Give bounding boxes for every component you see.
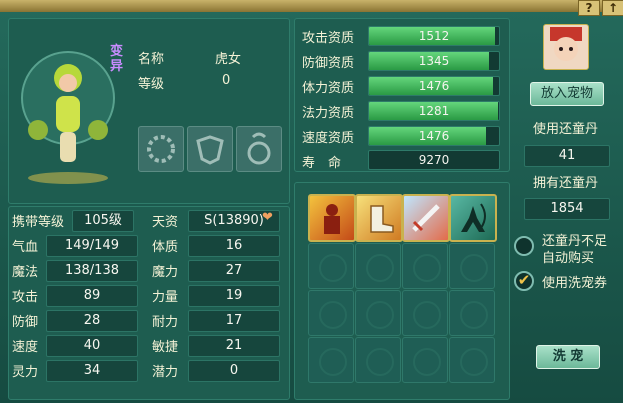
aptitude-bar: 1476 bbox=[368, 126, 500, 146]
aptitude-bar: 1476 bbox=[368, 76, 500, 96]
use-pill-label: 使用还童丹 bbox=[533, 122, 599, 137]
collapse-button[interactable]: ↑ bbox=[602, 0, 623, 16]
pet-avatar bbox=[543, 24, 589, 70]
aptitude-value: 1476 bbox=[418, 79, 450, 93]
empty-skill-slot bbox=[402, 290, 448, 336]
stat-label: 速度 bbox=[12, 340, 39, 355]
empty-skill-slot bbox=[355, 290, 401, 336]
stat-value: 149/149 bbox=[46, 235, 138, 257]
empty-skill-slot bbox=[308, 243, 354, 289]
stat-value: 27 bbox=[188, 260, 280, 282]
stat-label: 防御 bbox=[12, 315, 39, 330]
equipment-slot-collar[interactable] bbox=[138, 126, 184, 172]
armor-icon bbox=[196, 135, 224, 165]
pet-portrait bbox=[20, 38, 116, 188]
collar-icon bbox=[147, 135, 175, 163]
stat-value: 28 bbox=[46, 310, 138, 332]
stat-value: 138/138 bbox=[46, 260, 138, 282]
stat-label: 敏捷 bbox=[152, 340, 179, 355]
sword-skill-icon bbox=[412, 204, 440, 232]
empty-skill-slot bbox=[402, 243, 448, 289]
avatar-face-icon bbox=[550, 27, 582, 61]
pet-wash-window: ? ↑ 变异 名称 虎女 等级 0 寿 命 9270 放入宠物 使用还童丹 41… bbox=[0, 0, 623, 403]
empty-skill-slot bbox=[308, 337, 354, 383]
stat-value: 105级 bbox=[72, 210, 134, 232]
stat-value: 17 bbox=[188, 310, 280, 332]
skill-slot-3[interactable] bbox=[402, 194, 450, 242]
stat-value: 40 bbox=[46, 335, 138, 357]
empty-skill-slot bbox=[449, 243, 495, 289]
stat-value: 16 bbox=[188, 235, 280, 257]
put-pet-button[interactable]: 放入宠物 bbox=[530, 82, 604, 106]
name-label: 名称 bbox=[138, 52, 165, 67]
aptitude-bar: 1281 bbox=[368, 101, 500, 121]
skill-slot-4[interactable] bbox=[449, 194, 497, 242]
berserker-skill-icon bbox=[324, 204, 340, 234]
aptitude-value: 1512 bbox=[418, 29, 450, 43]
stat-value: 89 bbox=[46, 285, 138, 307]
archer-skill-icon bbox=[461, 203, 486, 232]
wash-pet-button[interactable]: 洗 宠 bbox=[536, 345, 600, 369]
stat-value: 34 bbox=[46, 360, 138, 382]
mutation-tag: 变异 bbox=[110, 44, 124, 74]
aptitude-label: 防御资质 bbox=[302, 56, 355, 71]
lifespan-label: 寿 命 bbox=[302, 156, 342, 171]
stat-value: 21 bbox=[188, 335, 280, 357]
stat-label: 体质 bbox=[152, 240, 179, 255]
use-coupon-checkbox[interactable]: ✔ bbox=[514, 271, 534, 291]
aptitude-value: 1476 bbox=[418, 129, 450, 143]
stat-label: 魔力 bbox=[152, 265, 179, 280]
empty-skill-slot bbox=[402, 337, 448, 383]
lifespan-value: 9270 bbox=[418, 153, 450, 167]
stat-label: 潜力 bbox=[152, 365, 179, 380]
window-top-frame bbox=[0, 0, 623, 12]
pet-level: 0 bbox=[222, 73, 231, 88]
equipment-slot-armor[interactable] bbox=[187, 126, 233, 172]
own-pill-label: 拥有还童丹 bbox=[533, 176, 599, 191]
stat-value: 19 bbox=[188, 285, 280, 307]
empty-skill-slot bbox=[355, 337, 401, 383]
heart-icon: ❤ bbox=[262, 210, 273, 225]
use-coupon-label: 使用洗宠券 bbox=[542, 276, 608, 291]
aptitude-value: 1281 bbox=[418, 104, 450, 118]
stat-label: 力量 bbox=[152, 290, 179, 305]
empty-skill-slot bbox=[308, 290, 354, 336]
stat-label: 魔法 bbox=[12, 265, 39, 280]
empty-skill-slot bbox=[449, 337, 495, 383]
stat-label: 耐力 bbox=[152, 315, 179, 330]
empty-skill-slot bbox=[449, 290, 495, 336]
equipment-slot-charm[interactable] bbox=[236, 126, 282, 172]
boot-skill-icon bbox=[370, 205, 394, 233]
aptitude-label: 体力资质 bbox=[302, 81, 355, 96]
stat-label: 气血 bbox=[12, 240, 39, 255]
lifespan-value-box: 9270 bbox=[368, 150, 500, 170]
auto-buy-radio[interactable] bbox=[514, 236, 534, 256]
stat-label: 携带等级 bbox=[12, 215, 65, 230]
level-label: 等级 bbox=[138, 77, 165, 92]
auto-buy-label: 还童丹不足自动购买 bbox=[542, 234, 608, 266]
help-button[interactable]: ? bbox=[578, 0, 600, 16]
stat-label: 灵力 bbox=[12, 365, 39, 380]
pet-name: 虎女 bbox=[215, 52, 242, 67]
aptitude-bar: 1345 bbox=[368, 51, 500, 71]
aptitude-label: 攻击资质 bbox=[302, 31, 355, 46]
own-pill-value: 1854 bbox=[524, 198, 610, 220]
aptitude-bar: 1512 bbox=[368, 26, 500, 46]
aptitude-label: 速度资质 bbox=[302, 131, 355, 146]
empty-skill-slot bbox=[355, 243, 401, 289]
skill-slot-1[interactable] bbox=[308, 194, 356, 242]
charm-icon bbox=[247, 132, 271, 165]
use-pill-input[interactable]: 41 bbox=[524, 145, 610, 167]
aptitude-label: 法力资质 bbox=[302, 106, 355, 121]
skill-slot-2[interactable] bbox=[355, 194, 403, 242]
stat-label: 攻击 bbox=[12, 290, 39, 305]
aptitude-value: 1345 bbox=[418, 54, 450, 68]
stat-label: 天资 bbox=[152, 215, 179, 230]
stat-value: 0 bbox=[188, 360, 280, 382]
